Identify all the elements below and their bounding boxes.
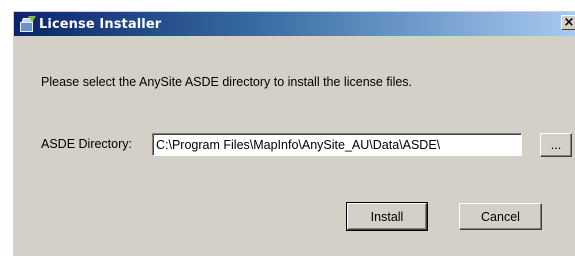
asde-directory-label: ASDE Directory:	[41, 137, 132, 151]
close-icon[interactable]: ×	[561, 15, 575, 30]
window-title: License Installer	[39, 16, 162, 32]
license-installer-window: License Installer × Please select the An…	[13, 11, 575, 256]
asde-directory-input[interactable]	[152, 133, 522, 156]
title-bar[interactable]: License Installer ×	[14, 12, 575, 36]
instruction-text: Please select the AnySite ASDE directory…	[41, 75, 413, 89]
cancel-button[interactable]: Cancel	[459, 203, 542, 230]
browse-button[interactable]: ...	[540, 133, 572, 157]
install-button[interactable]: Install	[346, 202, 428, 231]
installer-package-icon	[19, 16, 36, 32]
